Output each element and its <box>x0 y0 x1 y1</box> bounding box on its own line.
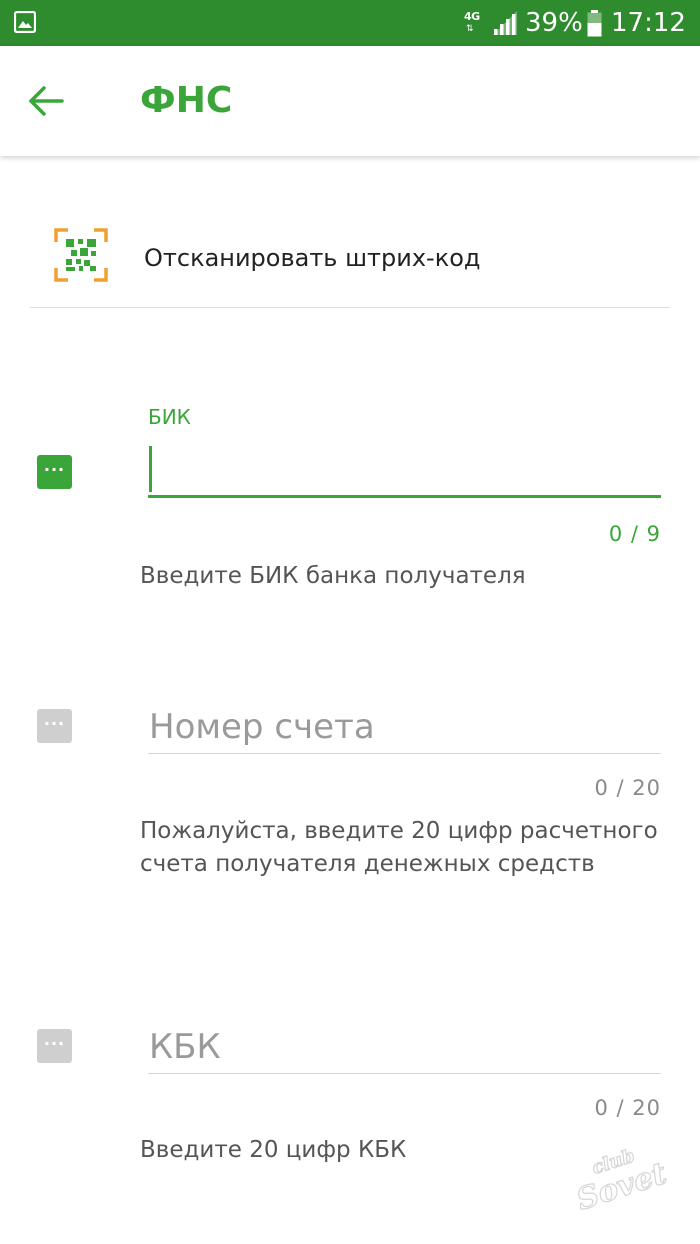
account-char-counter: 0 / 20 <box>594 774 661 802</box>
arrow-left-icon[interactable] <box>26 84 66 118</box>
network-type: 4G <box>464 11 480 22</box>
account-field-icon[interactable]: ··· <box>37 709 72 743</box>
battery-icon <box>587 10 602 37</box>
kbk-field-icon[interactable]: ··· <box>37 1029 72 1063</box>
bik-input[interactable] <box>148 440 661 498</box>
scan-barcode-label: Отсканировать штрих-код <box>144 240 481 276</box>
app-bar: ФНС <box>0 46 700 156</box>
bik-char-counter: 0 / 9 <box>609 520 661 548</box>
bik-hint: Введите БИК банка получателя <box>140 560 670 593</box>
barcode-scan-icon <box>54 228 108 282</box>
account-number-input[interactable] <box>148 700 661 754</box>
watermark-logo: club Sovet <box>566 1140 676 1210</box>
status-bar: 4G ⇅ 39% 17:12 <box>0 0 700 46</box>
data-activity-icon: ⇅ <box>466 25 474 34</box>
kbk-char-counter: 0 / 20 <box>594 1094 661 1122</box>
scan-barcode-button[interactable]: Отсканировать штрих-код <box>30 210 670 308</box>
clock: 17:12 <box>611 6 686 40</box>
bik-field-icon[interactable]: ··· <box>37 455 72 489</box>
kbk-input[interactable] <box>148 1020 661 1074</box>
account-hint: Пожалуйста, введите 20 цифр расчетного с… <box>140 815 670 881</box>
signal-icon <box>491 10 519 36</box>
bik-field-label: БИК <box>148 404 191 430</box>
text-cursor <box>149 446 152 492</box>
page-title: ФНС <box>140 79 232 123</box>
image-icon <box>14 11 36 33</box>
battery-percentage: 39% <box>525 6 583 40</box>
